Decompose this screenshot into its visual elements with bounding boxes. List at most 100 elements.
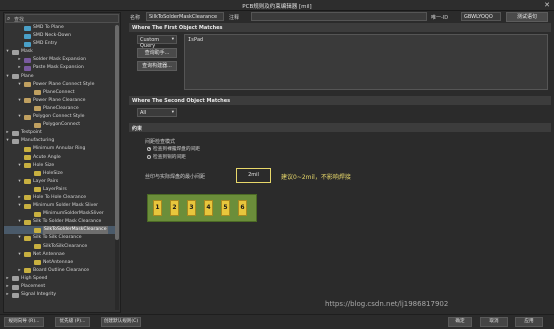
- rule-icon: [24, 268, 31, 274]
- expand-icon[interactable]: ▸: [17, 267, 22, 275]
- tree-rule[interactable]: ▾ Power Plane Connect Style: [4, 81, 116, 89]
- query-helper-button[interactable]: 查询助手...: [137, 48, 177, 58]
- query-builder-button[interactable]: 查询构建器...: [137, 61, 177, 71]
- ok-button[interactable]: 确定: [448, 317, 472, 327]
- tree-rule-instance[interactable]: LayerPairs: [4, 186, 116, 194]
- tree-rule[interactable]: Minimum Annular Ring: [4, 145, 116, 153]
- apply-button[interactable]: 应用: [515, 317, 543, 327]
- expand-icon[interactable]: ▸: [5, 129, 10, 137]
- search-box[interactable]: ⌕ 查找: [5, 14, 119, 23]
- tree-scrollbar-thumb[interactable]: [115, 25, 119, 240]
- tree-category[interactable]: ▸ High Speed: [4, 275, 116, 283]
- tree-item-label: Silk To Solder Mask Clearance: [33, 219, 102, 225]
- tree-item-label: Polygon Connect Style: [33, 114, 85, 120]
- tree-rule-instance[interactable]: NetAntennae: [4, 259, 116, 267]
- close-icon[interactable]: ✕: [544, 1, 550, 9]
- unique-id-label: 唯一-ID: [431, 15, 449, 21]
- tree-rule[interactable]: ▾ Net Antennae: [4, 251, 116, 259]
- create-default-rules-button[interactable]: 创建默认规则(C): [101, 317, 141, 327]
- folder-icon: [12, 284, 19, 290]
- pad-4: 4: [204, 200, 213, 216]
- folder-icon: [12, 130, 19, 136]
- collapse-icon[interactable]: ▾: [17, 218, 22, 226]
- expand-icon[interactable]: ▸: [5, 291, 10, 299]
- collapse-icon[interactable]: ▾: [17, 162, 22, 170]
- radio-copper[interactable]: 检查到铜的间距: [147, 154, 186, 160]
- collapse-icon[interactable]: ▾: [17, 251, 22, 259]
- tree-rule[interactable]: ▸ Hole To Hole Clearance: [4, 194, 116, 202]
- tree-rule[interactable]: Acute Angle: [4, 154, 116, 162]
- collapse-icon[interactable]: ▾: [17, 81, 22, 89]
- collapse-icon[interactable]: ▾: [17, 234, 22, 242]
- priorities-button[interactable]: 优先级 (P)...: [55, 317, 90, 327]
- folder-icon: [12, 74, 19, 80]
- expand-icon[interactable]: ▸: [5, 275, 10, 283]
- tree-item-label: Layer Pairs: [33, 178, 59, 184]
- tree-category[interactable]: ▸ Placement: [4, 283, 116, 291]
- query-editor[interactable]: IsPad: [184, 34, 548, 90]
- tree-rule[interactable]: SMD To Plane: [4, 24, 116, 32]
- tree-rule[interactable]: ▾ Polygon Connect Style: [4, 113, 116, 121]
- collapse-icon[interactable]: ▾: [5, 137, 10, 145]
- collapse-icon[interactable]: ▾: [17, 178, 22, 186]
- expand-icon[interactable]: ▸: [17, 194, 22, 202]
- tree-rule[interactable]: ▾ Layer Pairs: [4, 178, 116, 186]
- tree-scrollbar[interactable]: [115, 25, 119, 310]
- tree-category[interactable]: ▾ Manufacturing: [4, 137, 116, 145]
- test-query-button[interactable]: 测试语句: [506, 12, 548, 22]
- tree-rule-instance[interactable]: SilkToSolderMaskClearance: [4, 226, 116, 235]
- cancel-button[interactable]: 取消: [480, 317, 508, 327]
- radio-exposed-pad[interactable]: 检查到裸露焊盘的间距: [147, 146, 200, 152]
- tree-rule[interactable]: ▸ Solder Mask Expansion: [4, 56, 116, 64]
- tree-rule[interactable]: SMD Entry: [4, 40, 116, 48]
- expand-icon[interactable]: ▸: [17, 56, 22, 64]
- tree-rule-instance[interactable]: SilkToSilkClearance: [4, 243, 116, 251]
- tree-rule[interactable]: ▾ Silk To Silk Clearance: [4, 234, 116, 242]
- tree-rule-instance[interactable]: PlaneConnect: [4, 89, 116, 97]
- search-input[interactable]: 查找: [14, 16, 24, 23]
- radio-dot: [147, 154, 151, 159]
- collapse-icon[interactable]: ▾: [5, 48, 10, 56]
- tree-rule[interactable]: ▾ Hole Size: [4, 162, 116, 170]
- expand-icon[interactable]: ▸: [5, 283, 10, 291]
- tree-item-label: Hole Size: [33, 162, 55, 168]
- comment-field[interactable]: [251, 12, 427, 21]
- tree-category[interactable]: ▾ Mask: [4, 48, 116, 56]
- tree-rule[interactable]: ▾ Minimum Solder Mask Sliver: [4, 202, 116, 210]
- tree-rule-instance[interactable]: PlaneClearance: [4, 105, 116, 113]
- tree-item-label: Acute Angle: [33, 154, 61, 160]
- tree-category[interactable]: ▾ Plane: [4, 73, 116, 81]
- tree-rule-instance[interactable]: PolygonConnect: [4, 121, 116, 129]
- radio-dot-selected: [147, 146, 151, 151]
- name-field[interactable]: SilkToSolderMaskClearance: [146, 12, 224, 21]
- collapse-icon[interactable]: ▾: [17, 202, 22, 210]
- folder-icon: [12, 49, 19, 55]
- tree-rule[interactable]: ▸ Board Outline Clearance: [4, 267, 116, 275]
- tree-item-label: Signal Integrity: [21, 292, 57, 298]
- tree-rule[interactable]: SMD Neck-Down: [4, 32, 116, 40]
- clearance-value-field[interactable]: 2mil: [236, 168, 271, 183]
- tree-rule[interactable]: ▸ Paste Mask Expansion: [4, 64, 116, 72]
- tree-rule[interactable]: ▾ Silk To Solder Mask Clearance: [4, 218, 116, 226]
- pad-1: 1: [153, 200, 162, 216]
- chevron-down-icon: ▾: [171, 110, 174, 115]
- collapse-icon[interactable]: ▾: [17, 113, 22, 121]
- first-match-dropdown[interactable]: Custom Query ▾: [137, 35, 177, 49]
- tree-rule-instance[interactable]: HoleSize: [4, 170, 116, 178]
- second-match-dropdown[interactable]: All ▾: [137, 108, 177, 117]
- tree-rule-instance[interactable]: MinimumSolderMaskSliver: [4, 210, 116, 218]
- unique-id-field[interactable]: GBWLYOQO: [461, 12, 501, 21]
- tree-rule[interactable]: ▾ Power Plane Clearance: [4, 97, 116, 105]
- tree-item-label: Minimum Solder Mask Sliver: [33, 203, 99, 209]
- rule-icon: [34, 187, 41, 193]
- expand-icon[interactable]: ▸: [17, 64, 22, 72]
- collapse-icon[interactable]: ▾: [5, 73, 10, 81]
- rule-icon: [34, 106, 41, 112]
- tree-category[interactable]: ▸ Signal Integrity: [4, 291, 116, 299]
- rule-icon: [24, 98, 31, 104]
- tree-item-label: LayerPairs: [43, 186, 67, 192]
- collapse-icon[interactable]: ▾: [17, 97, 22, 105]
- tree-category[interactable]: ▸ Testpoint: [4, 129, 116, 137]
- second-match-dropdown-value: All: [140, 110, 147, 116]
- rule-wizard-button[interactable]: 规则向导 (R)...: [4, 317, 44, 327]
